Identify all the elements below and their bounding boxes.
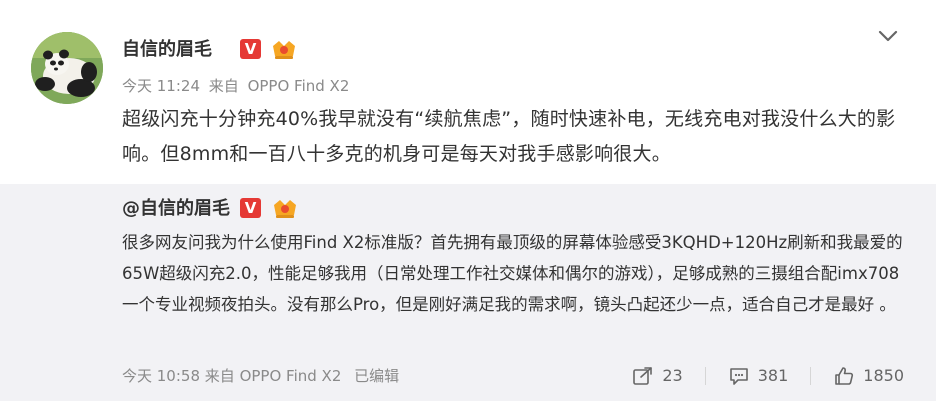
edited-label: 已编辑 — [354, 367, 400, 385]
share-icon — [633, 367, 653, 385]
crown-icon[interactable] — [271, 196, 299, 220]
comment-button[interactable]: 381 — [728, 365, 789, 387]
repost-meta: 今天 10:58 来自 OPPO Find X2 已编辑 — [122, 366, 399, 386]
post-meta: 今天 11:24 来自 OPPO Find X2 — [122, 76, 353, 96]
action-bar: 23 381 1850 — [610, 364, 904, 388]
source-prefix: 来自 — [208, 77, 239, 95]
thumbs-up-icon — [835, 367, 854, 385]
verified-badge: V — [240, 39, 261, 59]
weibo-post: 自信的眉毛 V 今天 11:24 来自 OPPO Find X2 超级闪充十分钟… — [0, 0, 936, 401]
like-count: 1850 — [863, 366, 904, 385]
chevron-down-icon[interactable] — [878, 28, 898, 42]
repost-count: 23 — [662, 366, 683, 385]
repost-content: 很多网友问我为什么使用Find X2标准版？首先拥有最顶级的屏幕体验感受3KQH… — [122, 233, 903, 314]
comment-icon — [729, 368, 748, 385]
repost-source-device[interactable]: OPPO Find X2 — [240, 367, 342, 385]
source-device[interactable]: OPPO Find X2 — [248, 77, 350, 95]
post-time[interactable]: 今天 11:24 — [122, 77, 200, 95]
comment-count: 381 — [757, 366, 789, 385]
author-name[interactable]: 自信的眉毛 — [122, 38, 212, 62]
repost-verified-badge: V — [240, 198, 261, 218]
post-content: 超级闪充十分钟充40%我早就没有“续航焦虑”，随时快速补电，无线充电对我没什么大… — [122, 108, 896, 165]
repost-button[interactable]: 23 — [632, 365, 683, 387]
divider — [704, 367, 706, 385]
like-button[interactable]: 1850 — [833, 365, 904, 387]
repost-time[interactable]: 今天 10:58 — [122, 367, 200, 385]
crown-icon[interactable] — [270, 37, 298, 61]
repost-source-prefix: 来自 — [204, 367, 235, 385]
repost-author[interactable]: @自信的眉毛 — [122, 197, 230, 221]
avatar[interactable] — [31, 32, 103, 104]
divider — [810, 367, 812, 385]
